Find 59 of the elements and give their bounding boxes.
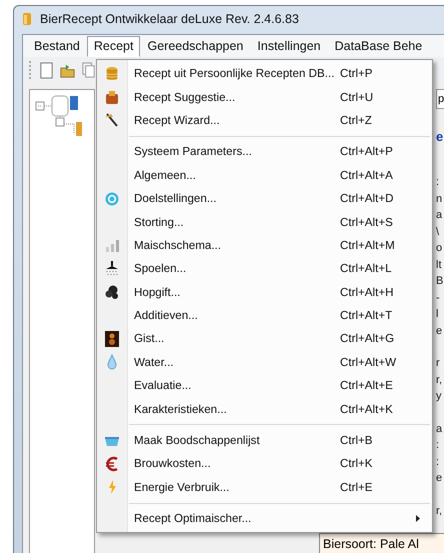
- panel-text: a: [436, 422, 444, 436]
- menu-item[interactable]: Spoelen... Ctrl+Alt+L: [97, 257, 432, 281]
- hop-icon: [104, 284, 120, 300]
- menu-item[interactable]: Additieven... Ctrl+Alt+T: [97, 304, 432, 328]
- menu-item[interactable]: Recept Optimaischer...: [97, 507, 432, 530]
- menu-item[interactable]: Brouwkosten... Ctrl+K: [97, 452, 432, 476]
- menu-item[interactable]: Doelstellingen... Ctrl+Alt+D: [97, 186, 432, 210]
- menu-item[interactable]: Algemeen... Ctrl+Alt+A: [97, 164, 432, 187]
- menu-item[interactable]: Water... Ctrl+Alt+W: [97, 350, 432, 374]
- menu-item[interactable]: Hopgift... Ctrl+Alt+H: [97, 280, 432, 304]
- field-text: p: [437, 93, 444, 105]
- menu-item[interactable]: Recept Wizard... Ctrl+Z: [97, 108, 432, 132]
- menu-item[interactable]: Gist... Ctrl+Alt+G: [97, 327, 432, 351]
- menu-item[interactable]: Energie Verbruik... Ctrl+E: [97, 476, 432, 500]
- menu-bar-item[interactable]: Gereedschappen: [140, 36, 250, 56]
- yeast-icon: [104, 330, 120, 347]
- info-text: Biersoort: Pale Al: [323, 537, 419, 551]
- menu-item[interactable]: Systeem Parameters... Ctrl+Alt+P: [97, 140, 432, 164]
- menu-item[interactable]: Recept uit Persoonlijke Recepten DB... Ctrl+P: [97, 62, 432, 86]
- menu-item[interactable]: Maak Boodschappenlijst Ctrl+B: [97, 428, 432, 452]
- panel-text: :: [436, 454, 440, 470]
- panel-text: e: [436, 471, 444, 486]
- menu-bar-item[interactable]: Recept: [86, 36, 140, 56]
- panel-text: n: [436, 192, 444, 206]
- app-icon: [22, 12, 32, 26]
- window-title: BierRecept Ontwikkelaar deLuxe Rev. 2.4.6.83: [40, 12, 299, 26]
- panel-text: r,: [436, 372, 444, 388]
- panel-text: a: [436, 208, 444, 223]
- wand-icon: [104, 112, 120, 128]
- menu-bar-item[interactable]: DataBase Behe: [328, 36, 430, 56]
- new-document-icon[interactable]: [39, 62, 54, 78]
- panel-text: l: [436, 307, 440, 322]
- bar-chart-icon: [104, 237, 120, 254]
- submenu-arrow-icon: [416, 515, 420, 522]
- menu-item[interactable]: Evaluatie... Ctrl+Alt+E: [97, 374, 432, 398]
- menu-item[interactable]: Karakteristieken... Ctrl+Alt+K: [97, 397, 432, 421]
- copy-document-icon[interactable]: [81, 62, 96, 78]
- panel-heading: e: [436, 129, 444, 144]
- menu-bar-item[interactable]: Bestand: [27, 36, 87, 56]
- menu-item[interactable]: Recept Suggestie... Ctrl+U: [97, 85, 432, 109]
- database-icon: [104, 66, 120, 82]
- panel-text: lt: [436, 258, 442, 272]
- panel-text: e: [436, 324, 444, 338]
- bag-icon: [104, 89, 120, 106]
- panel-text: \: [436, 224, 440, 240]
- panel-text: B: [436, 274, 444, 289]
- panel-text: :: [436, 438, 440, 453]
- panel-text: o: [436, 241, 444, 256]
- euro-icon: [104, 456, 120, 472]
- panel-text: r,: [436, 504, 444, 518]
- target-icon: [104, 190, 120, 207]
- menu-item[interactable]: Maischschema... Ctrl+Alt+M: [97, 234, 432, 258]
- menu-bar-item[interactable]: Instellingen: [250, 36, 328, 56]
- panel-text: :: [436, 175, 440, 190]
- shower-icon: [104, 260, 120, 277]
- panel-text: y: [436, 389, 442, 404]
- panel-text: r: [436, 356, 441, 371]
- panel-text: -: [436, 290, 441, 306]
- menu-item[interactable]: Storting... Ctrl+Alt+S: [97, 210, 432, 234]
